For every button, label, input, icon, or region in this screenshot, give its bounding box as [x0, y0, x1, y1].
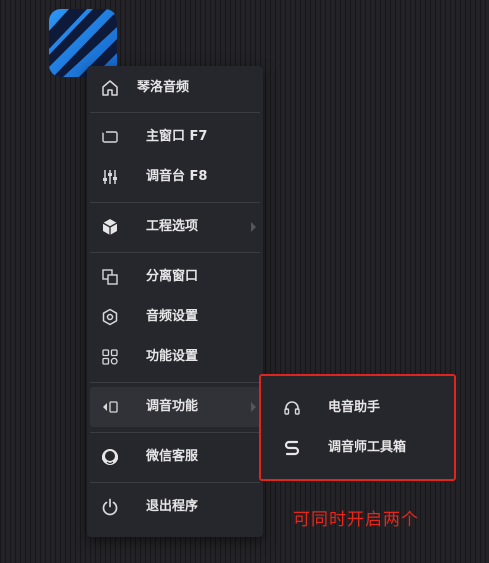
detach-window-icon	[100, 267, 120, 287]
menu-separator	[90, 202, 260, 203]
menu-item-mixer[interactable]: 调音台 F8	[90, 157, 260, 197]
menu-item-label: 微信客服	[146, 449, 199, 464]
menu-separator	[90, 112, 260, 113]
menu-item-label: 退出程序	[146, 499, 199, 514]
menu-header-label: 琴洛音频	[137, 80, 190, 95]
hex-settings-icon	[100, 307, 120, 327]
power-icon	[100, 497, 120, 517]
cube-icon	[100, 217, 120, 237]
menu-item-function-settings[interactable]: 功能设置	[90, 337, 260, 377]
menu-item-label: 音频设置	[146, 309, 199, 324]
grid-settings-icon	[100, 347, 120, 367]
menu-item-label: 工程选项	[146, 219, 199, 234]
menu-item-tuning-functions[interactable]: 调音功能	[90, 387, 260, 427]
menu-item-label: 调音台 F8	[146, 169, 208, 184]
menu-item-label: 主窗口 F7	[146, 129, 208, 144]
menu-item-exit[interactable]: 退出程序	[90, 487, 260, 527]
menu-header-brand[interactable]: 琴洛音频	[90, 68, 260, 108]
menu-item-label: 调音功能	[146, 399, 199, 414]
menu-separator	[90, 382, 260, 383]
support-headset-icon	[100, 447, 120, 467]
annotation-text: 可同时开启两个	[293, 510, 419, 530]
submenu-arrow-icon	[251, 402, 256, 412]
context-menu: 琴洛音频 主窗口 F7 调音台 F8 工程选项 分离窗口 音频设置 功能设置 调…	[87, 66, 263, 537]
menu-item-wechat-support[interactable]: 微信客服	[90, 437, 260, 477]
menu-separator	[90, 252, 260, 253]
menu-item-detach-window[interactable]: 分离窗口	[90, 257, 260, 297]
menu-item-project-options[interactable]: 工程选项	[90, 207, 260, 247]
menu-separator	[90, 482, 260, 483]
menu-item-audio-settings[interactable]: 音频设置	[90, 297, 260, 337]
menu-item-main-window[interactable]: 主窗口 F7	[90, 117, 260, 157]
home-icon	[100, 78, 120, 98]
mixer-sliders-icon	[100, 167, 120, 187]
menu-separator	[90, 432, 260, 433]
annotation-highlight-box	[259, 374, 456, 481]
menu-item-label: 功能设置	[146, 349, 199, 364]
window-icon	[100, 127, 120, 147]
submenu-arrow-icon	[251, 222, 256, 232]
tuning-icon	[100, 397, 120, 417]
menu-item-label: 分离窗口	[146, 269, 199, 284]
